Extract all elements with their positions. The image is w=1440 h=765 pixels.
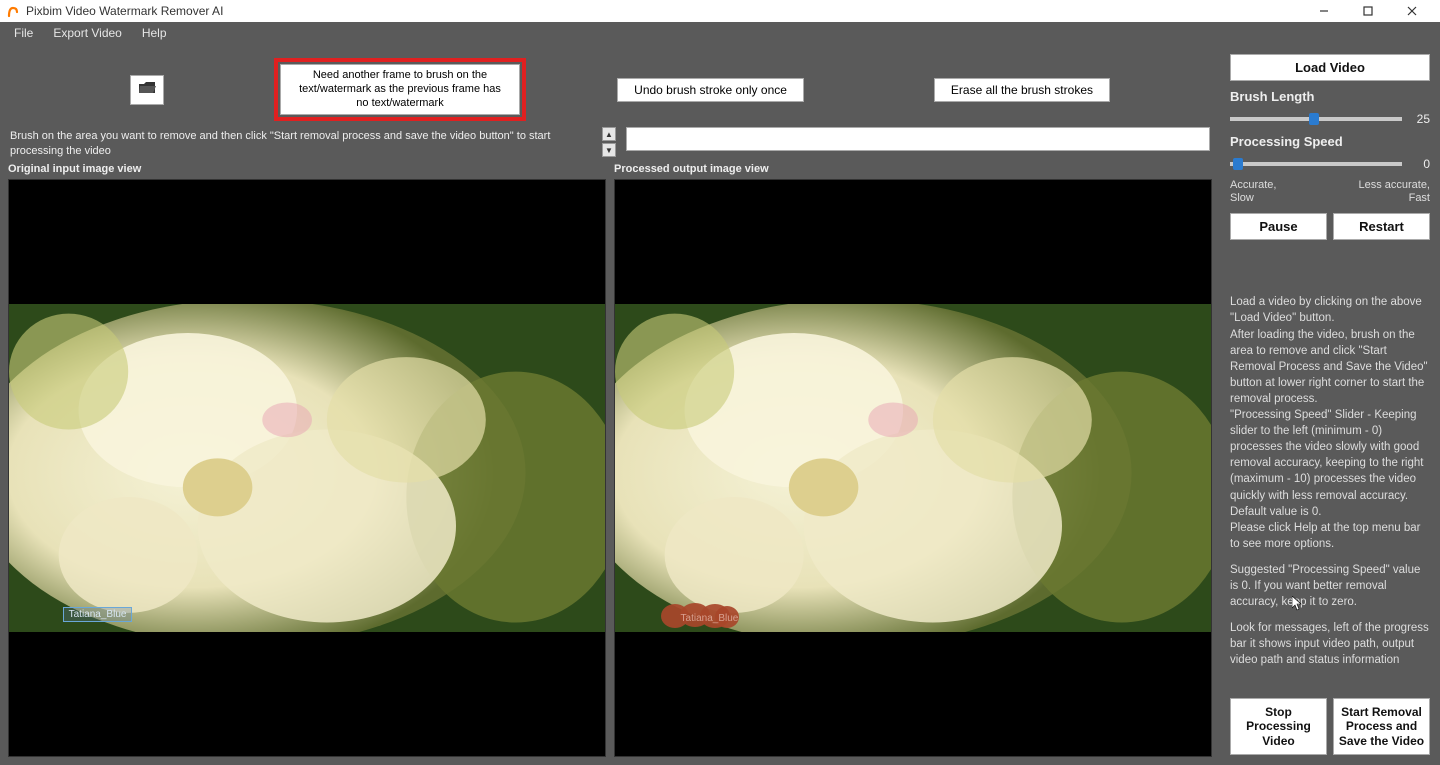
load-video-button[interactable]: Load Video: [1230, 54, 1430, 81]
titlebar: Pixbim Video Watermark Remover AI: [0, 0, 1440, 22]
need-another-frame-button[interactable]: Need another frame to brush on the text/…: [280, 64, 520, 115]
original-canvas[interactable]: Tatiana_Blue: [8, 179, 606, 757]
app-logo-icon: [6, 4, 20, 18]
original-view-label: Original input image view: [8, 161, 606, 179]
toolbar: Need another frame to brush on the text/…: [0, 44, 1220, 127]
help-p4: Please click Help at the top menu bar to…: [1230, 520, 1430, 552]
speed-hint-right: Less accurate, Fast: [1358, 179, 1430, 205]
watermark-box: Tatiana_Blue: [63, 607, 133, 622]
image-views: Original input image view: [0, 161, 1220, 765]
scroll-up-icon[interactable]: ▲: [602, 127, 616, 141]
folder-open-icon: [138, 81, 156, 98]
erase-brush-button[interactable]: Erase all the brush strokes: [934, 78, 1110, 102]
instruction-scrollbar: ▲ ▼: [602, 127, 616, 157]
scroll-down-icon[interactable]: ▼: [602, 143, 616, 157]
minimize-button[interactable]: [1302, 0, 1346, 22]
processing-speed-label: Processing Speed: [1230, 134, 1430, 149]
status-input[interactable]: [626, 127, 1210, 151]
restart-button[interactable]: Restart: [1333, 213, 1430, 240]
original-frame-image: Tatiana_Blue: [9, 304, 605, 632]
sidebar-help-text: Load a video by clicking on the above "L…: [1230, 248, 1430, 689]
app-title: Pixbim Video Watermark Remover AI: [26, 4, 1302, 18]
brush-length-value: 25: [1408, 112, 1430, 126]
stop-processing-button[interactable]: Stop Processing Video: [1230, 698, 1327, 755]
open-file-button[interactable]: [130, 75, 164, 105]
help-p2: After loading the video, brush on the ar…: [1230, 327, 1430, 407]
watermark-text-overlay: Tatiana_Blue: [681, 613, 739, 624]
processed-view-column: Processed output image view: [614, 161, 1212, 757]
help-p5: Suggested "Processing Speed" value is 0.…: [1230, 562, 1430, 610]
speed-hint-row: Accurate, Slow Less accurate, Fast: [1230, 179, 1430, 205]
speed-hint-left: Accurate, Slow: [1230, 179, 1276, 205]
pause-button[interactable]: Pause: [1230, 213, 1327, 240]
start-removal-button[interactable]: Start Removal Process and Save the Video: [1333, 698, 1430, 755]
processed-canvas[interactable]: Tatiana_Blue: [614, 179, 1212, 757]
help-p1: Load a video by clicking on the above "L…: [1230, 294, 1430, 326]
need-frame-highlight: Need another frame to brush on the text/…: [274, 58, 526, 121]
processed-view-label: Processed output image view: [614, 161, 1212, 179]
help-p6: Look for messages, left of the progress …: [1230, 620, 1430, 668]
instruction-text: Brush on the area you want to remove and…: [10, 127, 592, 157]
menubar: File Export Video Help: [0, 22, 1440, 44]
sidebar: Load Video Brush Length 25 Processing Sp…: [1220, 44, 1440, 765]
menu-help[interactable]: Help: [132, 26, 177, 40]
brush-length-slider[interactable]: [1230, 117, 1402, 121]
help-p3: "Processing Speed" Slider - Keeping slid…: [1230, 407, 1430, 520]
brush-length-label: Brush Length: [1230, 89, 1430, 104]
undo-brush-button[interactable]: Undo brush stroke only once: [617, 78, 804, 102]
brush-slider-thumb[interactable]: [1309, 113, 1319, 125]
speed-slider-thumb[interactable]: [1233, 158, 1243, 170]
menu-file[interactable]: File: [4, 26, 43, 40]
close-button[interactable]: [1390, 0, 1434, 22]
instruction-row: Brush on the area you want to remove and…: [0, 127, 1220, 161]
menu-export-video[interactable]: Export Video: [43, 26, 132, 40]
processing-speed-slider[interactable]: [1230, 162, 1402, 166]
processing-speed-value: 0: [1408, 157, 1430, 171]
cursor-pointer-icon: [1292, 596, 1304, 612]
original-view-column: Original input image view: [8, 161, 606, 757]
processed-frame-image: Tatiana_Blue: [615, 304, 1211, 632]
maximize-button[interactable]: [1346, 0, 1390, 22]
